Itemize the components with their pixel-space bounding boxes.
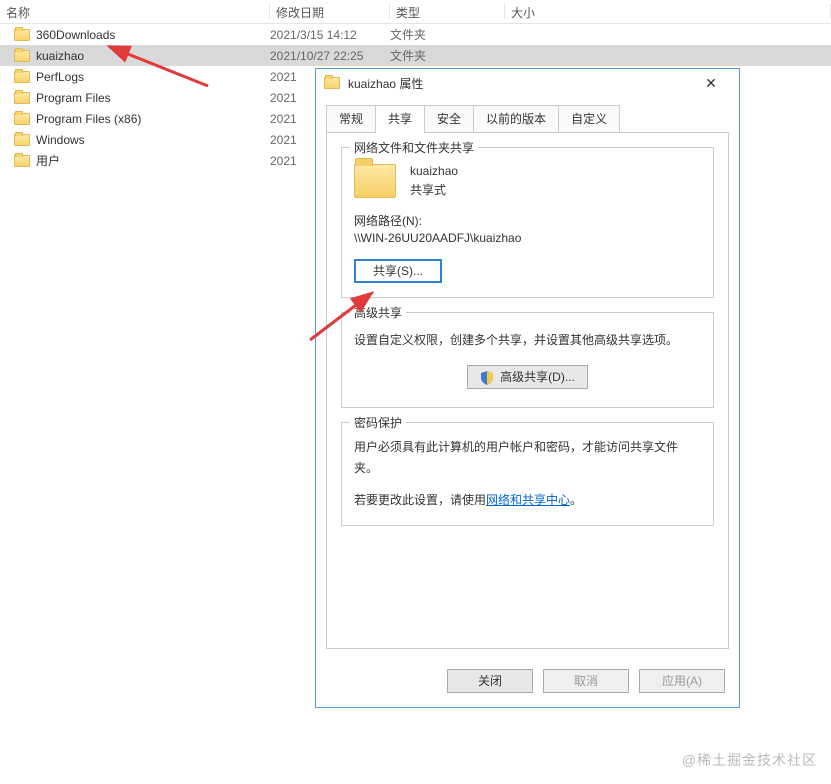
close-button[interactable]: 关闭 xyxy=(447,669,533,693)
file-name: Program Files xyxy=(36,91,111,105)
file-date: 2021/10/27 22:25 xyxy=(270,49,390,63)
folder-icon xyxy=(14,113,30,125)
col-header-date[interactable]: 修改日期 xyxy=(270,0,390,23)
folder-icon xyxy=(14,71,30,83)
table-row[interactable]: 360Downloads 2021/3/15 14:12文件夹 xyxy=(0,24,831,45)
table-row[interactable]: kuaizhao 2021/10/27 22:25文件夹 xyxy=(0,45,831,66)
col-header-type[interactable]: 类型 xyxy=(390,0,505,23)
group-network-sharing: 网络文件和文件夹共享 kuaizhao 共享式 网络路径(N): \\WIN-2… xyxy=(341,147,714,298)
file-type: 文件夹 xyxy=(390,26,505,43)
group-title-password: 密码保护 xyxy=(350,414,406,431)
close-icon[interactable]: ✕ xyxy=(691,75,731,92)
file-name: PerfLogs xyxy=(36,70,84,84)
tabs: 常规 共享 安全 以前的版本 自定义 xyxy=(316,97,739,132)
file-name: Windows xyxy=(36,133,85,147)
tab-general[interactable]: 常规 xyxy=(326,105,376,132)
group-advanced-sharing: 高级共享 设置自定义权限，创建多个共享，并设置其他高级共享选项。 高级共享(D)… xyxy=(341,312,714,407)
share-status: 共享式 xyxy=(410,181,458,200)
folder-icon xyxy=(14,50,30,62)
share-folder-name: kuaizhao xyxy=(410,162,458,181)
file-name: 360Downloads xyxy=(36,28,115,42)
file-date: 2021/3/15 14:12 xyxy=(270,28,390,42)
shield-icon xyxy=(480,370,494,384)
folder-large-icon xyxy=(354,164,396,198)
folder-icon xyxy=(14,29,30,41)
network-path-value: \\WIN-26UU20AADFJ\kuaizhao xyxy=(354,231,701,245)
folder-icon xyxy=(14,155,30,167)
advanced-desc: 设置自定义权限，创建多个共享，并设置其他高级共享选项。 xyxy=(354,331,701,350)
group-title-advanced: 高级共享 xyxy=(350,304,406,321)
cancel-button[interactable]: 取消 xyxy=(543,669,629,693)
titlebar: kuaizhao 属性 ✕ xyxy=(316,69,739,97)
apply-button[interactable]: 应用(A) xyxy=(639,669,725,693)
file-name: Program Files (x86) xyxy=(36,112,141,126)
network-sharing-center-link[interactable]: 网络和共享中心 xyxy=(486,493,570,507)
network-path-label: 网络路径(N): xyxy=(354,212,701,229)
file-name: 用户 xyxy=(36,152,60,169)
group-password-protection: 密码保护 用户必须具有此计算机的用户帐户和密码，才能访问共享文件夹。 若要更改此… xyxy=(341,422,714,527)
tab-security[interactable]: 安全 xyxy=(425,105,474,132)
tab-previous-versions[interactable]: 以前的版本 xyxy=(474,105,559,132)
group-title-sharing: 网络文件和文件夹共享 xyxy=(350,139,478,156)
folder-icon xyxy=(324,77,340,89)
col-header-name[interactable]: 名称 xyxy=(0,0,270,23)
watermark: @稀土掘金技术社区 xyxy=(682,750,817,770)
column-headers: 名称 修改日期 类型 大小 xyxy=(0,0,831,24)
tab-custom[interactable]: 自定义 xyxy=(559,105,620,132)
share-button[interactable]: 共享(S)... xyxy=(354,259,442,283)
col-header-size[interactable]: 大小 xyxy=(505,0,831,23)
folder-icon xyxy=(14,134,30,146)
tab-sharing[interactable]: 共享 xyxy=(376,105,425,133)
password-text-2: 若要更改此设置，请使用网络和共享中心。 xyxy=(354,490,701,512)
properties-dialog: kuaizhao 属性 ✕ 常规 共享 安全 以前的版本 自定义 网络文件和文件… xyxy=(315,68,740,708)
advanced-share-button[interactable]: 高级共享(D)... xyxy=(467,365,588,389)
folder-icon xyxy=(14,92,30,104)
password-text-1: 用户必须具有此计算机的用户帐户和密码，才能访问共享文件夹。 xyxy=(354,437,701,480)
advanced-share-button-label: 高级共享(D)... xyxy=(500,366,575,388)
dialog-buttons: 关闭 取消 应用(A) xyxy=(316,659,739,707)
dialog-title: kuaizhao 属性 xyxy=(348,75,683,92)
file-type: 文件夹 xyxy=(390,47,505,64)
tab-panel-sharing: 网络文件和文件夹共享 kuaizhao 共享式 网络路径(N): \\WIN-2… xyxy=(326,132,729,649)
file-name: kuaizhao xyxy=(36,49,84,63)
